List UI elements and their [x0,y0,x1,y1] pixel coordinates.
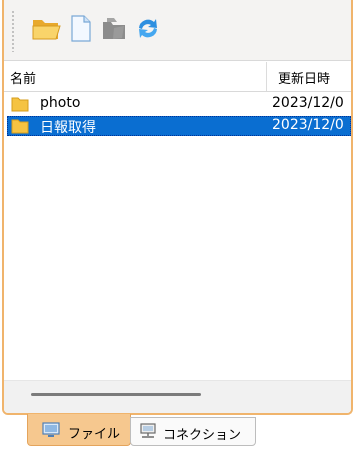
refresh-button[interactable] [132,12,164,44]
folder-icon [11,97,29,112]
disabled-folder-icon [103,18,125,39]
file-name: 日報取得 [40,120,96,136]
file-list[interactable]: 名前 更新日時 photo 2023/12/0 日報取得 2023/12/0 [4,60,351,413]
scrollbar-thumb[interactable] [31,393,201,396]
list-item[interactable]: photo 2023/12/0 [7,94,351,114]
tab-connections[interactable]: コネクション [130,417,256,446]
new-file-button[interactable] [64,12,96,44]
file-name: photo [40,95,81,111]
open-folder-icon [32,20,61,40]
open-folder-button[interactable] [30,12,62,44]
new-file-icon [71,15,91,42]
toolbar [4,0,351,60]
file-date: 2023/12/0 [272,95,344,111]
tab-files-label: ファイル [68,427,121,442]
column-header-name[interactable]: 名前 [10,68,36,87]
file-date: 2023/12/0 [272,117,344,133]
file-panel: 名前 更新日時 photo 2023/12/0 日報取得 2023/12/0 [2,0,353,415]
column-divider[interactable] [266,62,267,91]
horizontal-scrollbar[interactable] [4,380,351,413]
list-header: 名前 更新日時 [4,60,351,92]
tab-files[interactable]: ファイル [27,414,131,446]
column-header-date[interactable]: 更新日時 [278,68,330,87]
network-icon [140,423,156,438]
toolbar-grip[interactable] [12,10,14,52]
list-item-selected[interactable]: 日報取得 2023/12/0 [7,116,351,136]
folder-icon [11,119,29,134]
computer-icon [42,422,60,437]
panel-tabs: ファイル コネクション [0,414,355,451]
refresh-icon [139,19,157,38]
disabled-folder-button[interactable] [98,12,130,44]
tab-connections-label: コネクション [163,428,242,443]
